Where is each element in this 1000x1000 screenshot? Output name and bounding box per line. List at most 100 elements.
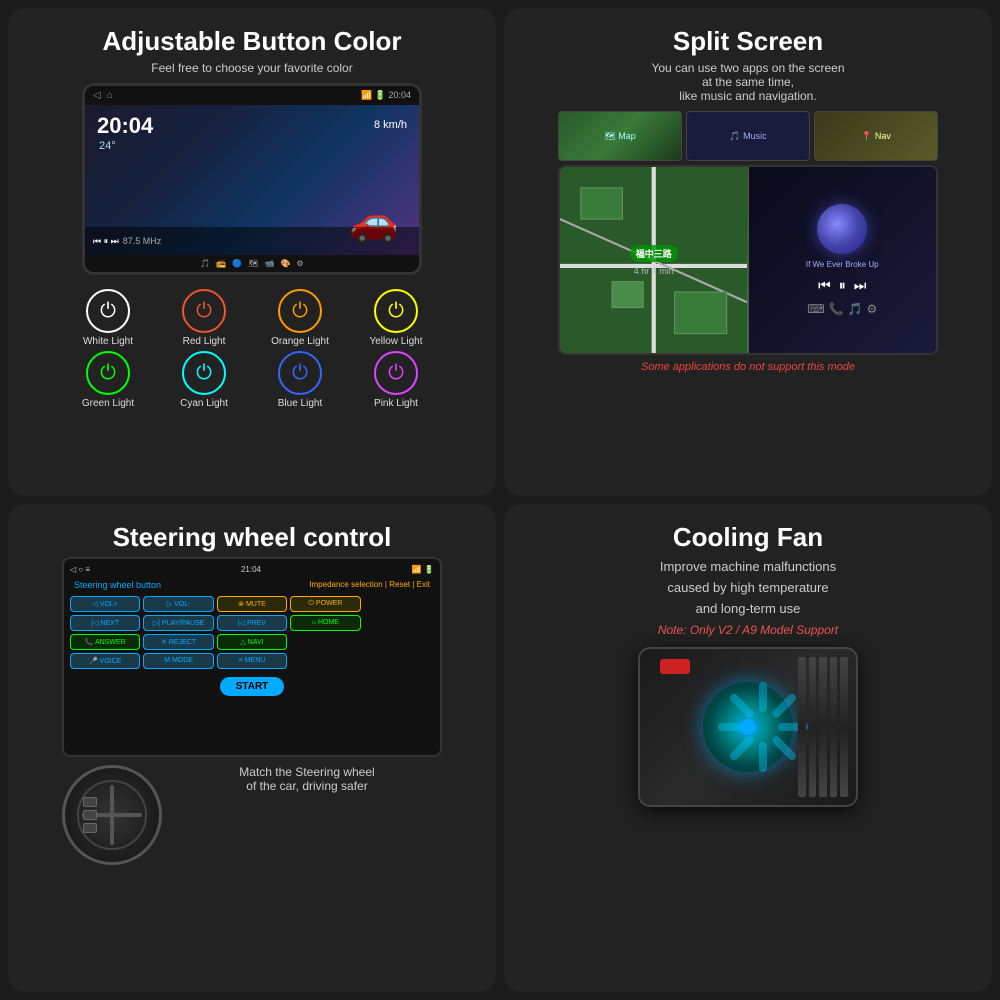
steering-description: Match the Steering wheel of the car, dri… <box>172 765 442 793</box>
panel4-title: Cooling Fan <box>673 522 823 553</box>
light-grid: ⏻ White Light ⏻ Red Light ⏻ Orange Light… <box>62 289 442 409</box>
control-screen: ◁ ○ ≡ 21:04 📶 🔋 Steering wheel button Im… <box>62 557 442 757</box>
sw-btn-3 <box>83 823 97 833</box>
panel-adjustable-color: Adjustable Button Color Feel free to cho… <box>8 8 496 496</box>
light-label-orange: Orange Light <box>271 336 329 347</box>
fan-red-accent <box>660 659 690 674</box>
light-item-yellow[interactable]: ⏻ Yellow Light <box>350 289 442 347</box>
play-icon[interactable]: ⏸ <box>839 277 846 294</box>
panel1-title: Adjustable Button Color <box>103 26 402 57</box>
fan-blade-6 <box>771 735 798 762</box>
light-label-cyan: Cyan Light <box>180 398 228 409</box>
screen-time: 20:04 <box>97 113 153 139</box>
light-item-white[interactable]: ⏻ White Light <box>62 289 154 347</box>
map-road-label: 福中三路 <box>630 245 678 262</box>
panel2-subtitle: You can use two apps on the screen at th… <box>651 61 844 103</box>
steering-wheel-image <box>62 765 162 865</box>
device-screen: ◁⌂ 📶 🔋 20:04 20:04 8 km/h 24° 🚗 ⏮ ⏸ ⏭ 87… <box>82 83 422 275</box>
steering-wheel-inner <box>77 780 147 850</box>
light-icon-pink[interactable]: ⏻ <box>374 351 418 395</box>
screen-fm: 87.5 MHz <box>123 236 162 246</box>
ctrl-btn-home[interactable]: ⌂ HOME <box>290 615 360 631</box>
prev-icon[interactable]: ⏮ <box>818 277 831 294</box>
ctrl-status: 📶 🔋 <box>412 565 434 574</box>
small-screen-map: 🗺 Map <box>558 111 682 161</box>
sw-btn-2 <box>83 810 97 820</box>
ctrl-btn-next[interactable]: |◁ NEXT <box>70 615 140 631</box>
ctrl-btn-voice[interactable]: 🎤 VOICE <box>70 653 140 669</box>
split-right-music: If We Ever Broke Up ⏮ ⏸ ⏭ ⌨ 📞 🎵 ⚙ <box>749 167 937 353</box>
screen-app-bar: 🎵 📻 🔵 🗺 📹 🎨 ⚙ <box>85 255 419 272</box>
light-item-orange[interactable]: ⏻ Orange Light <box>254 289 346 347</box>
small-screen-music: 🎵 Music <box>686 111 810 161</box>
panel-split-screen: Split Screen You can use two apps on the… <box>504 8 992 496</box>
screen-speed: 8 km/h <box>374 119 407 131</box>
light-item-pink[interactable]: ⏻ Pink Light <box>350 351 442 409</box>
map-time-label: 4 hr 1 min <box>634 266 674 276</box>
fan-heatsink <box>798 657 848 797</box>
ctrl-topbar: ◁ ○ ≡ 21:04 📶 🔋 <box>70 565 434 574</box>
cooling-note: Note: Only V2 / A9 Model Support <box>658 623 838 637</box>
ctrl-btn-vol-down[interactable]: ▷ VOL- <box>143 596 213 612</box>
light-item-green[interactable]: ⏻ Green Light <box>62 351 154 409</box>
light-label-red: Red Light <box>183 336 226 347</box>
fan-blade-2 <box>728 693 755 720</box>
ctrl-btn-reject[interactable]: ✕ REJECT <box>143 634 213 650</box>
light-icon-red[interactable]: ⏻ <box>182 289 226 333</box>
panel3-title: Steering wheel control <box>113 522 392 553</box>
ctrl-start-btn[interactable]: START <box>220 677 285 696</box>
ctrl-title-bar: Steering wheel button Impedance selectio… <box>70 578 434 592</box>
ctrl-btn-mode[interactable]: M MODE <box>143 653 213 669</box>
panel-steering-wheel: Steering wheel control ◁ ○ ≡ 21:04 📶 🔋 S… <box>8 504 496 992</box>
screen-status: 📶 🔋 20:04 <box>361 90 411 101</box>
light-item-red[interactable]: ⏻ Red Light <box>158 289 250 347</box>
ctrl-button-grid: ◁ VOL+ ▷ VOL- ⊗ MUTE ⏻ POWER |◁ NEXT ▷| … <box>70 596 434 669</box>
steering-bottom: Match the Steering wheel of the car, dri… <box>62 765 442 865</box>
screen-music-bar: ⏮ ⏸ ⏭ 87.5 MHz <box>85 227 419 255</box>
light-label-yellow: Yellow Light <box>369 336 422 347</box>
light-icon-cyan[interactable]: ⏻ <box>182 351 226 395</box>
fan-circle <box>703 682 793 772</box>
ctrl-btn-navi[interactable]: △ NAVI <box>217 634 287 650</box>
fan-blade-4 <box>771 693 798 720</box>
fan-center <box>740 719 756 735</box>
steering-content: ◁ ○ ≡ 21:04 📶 🔋 Steering wheel button Im… <box>26 557 478 865</box>
fan-blade-8 <box>728 735 755 762</box>
light-icon-blue[interactable]: ⏻ <box>278 351 322 395</box>
heatsink-fin-2 <box>809 657 817 797</box>
bottom-icons: ⌨ 📞 🎵 ⚙ <box>807 302 877 316</box>
ctrl-btn-menu[interactable]: ≡ MENU <box>217 653 287 669</box>
ctrl-btn-prev[interactable]: |◁ PREV <box>217 615 287 631</box>
light-label-green: Green Light <box>82 398 134 409</box>
light-icon-orange[interactable]: ⏻ <box>278 289 322 333</box>
light-icon-white[interactable]: ⏻ <box>86 289 130 333</box>
light-item-cyan[interactable]: ⏻ Cyan Light <box>158 351 250 409</box>
fan-blade-7 <box>759 742 767 772</box>
ctrl-btn-vol-up[interactable]: ◁ VOL+ <box>70 596 140 612</box>
ctrl-btn-mute[interactable]: ⊗ MUTE <box>217 596 287 612</box>
panel2-title: Split Screen <box>673 26 823 57</box>
sw-btn-1 <box>83 797 97 807</box>
split-screen-container: 🗺 Map 🎵 Music 📍 Nav 福中三路 <box>522 111 974 355</box>
light-item-blue[interactable]: ⏻ Blue Light <box>254 351 346 409</box>
split-left-map: 福中三路 4 hr 1 min <box>560 167 749 353</box>
music-sphere <box>817 204 867 254</box>
light-label-pink: Pink Light <box>374 398 418 409</box>
light-icon-yellow[interactable]: ⏻ <box>374 289 418 333</box>
fan-blade-3 <box>759 682 767 712</box>
screen-display: 20:04 8 km/h 24° 🚗 ⏮ ⏸ ⏭ 87.5 MHz <box>85 105 419 255</box>
cooling-description: Improve machine malfunctions caused by h… <box>660 557 836 619</box>
sw-spoke-vertical <box>110 785 114 845</box>
ctrl-btn-answer[interactable]: 📞 ANSWER <box>70 634 140 650</box>
ctrl-btn-power[interactable]: ⏻ POWER <box>290 596 360 612</box>
next-icon[interactable]: ⏭ <box>854 277 867 294</box>
screen-temp: 24° <box>99 140 116 152</box>
light-icon-green[interactable]: ⏻ <box>86 351 130 395</box>
ctrl-btn-play[interactable]: ▷| PLAY/PAUSE <box>143 615 213 631</box>
warning-text: Some applications do not support this mo… <box>641 361 855 373</box>
small-screen-nav: 📍 Nav <box>814 111 938 161</box>
screen-top-icons: ◁⌂ <box>93 90 113 101</box>
cooling-content: Improve machine malfunctions caused by h… <box>522 557 974 807</box>
panel1-subtitle: Feel free to choose your favorite color <box>151 61 352 75</box>
heatsink-fin-1 <box>798 657 806 797</box>
